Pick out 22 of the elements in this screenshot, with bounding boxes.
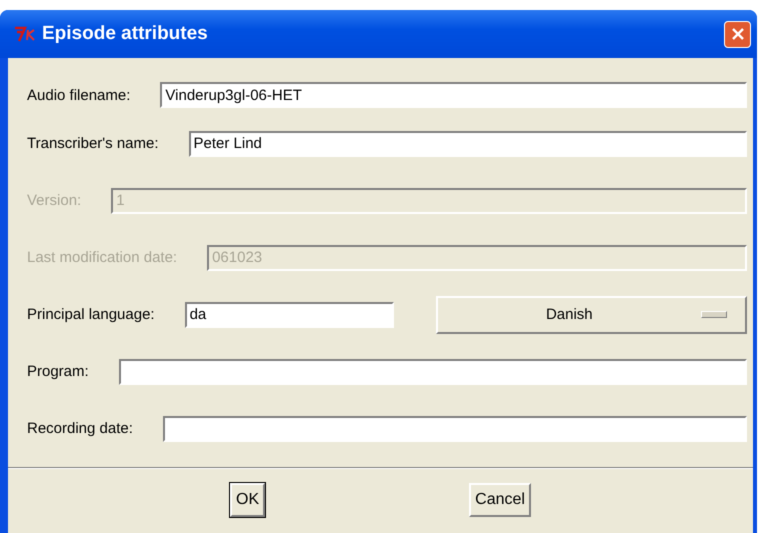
field-label: Recording date: (27, 420, 133, 437)
text-field[interactable] (118, 358, 747, 384)
language-menu-button[interactable]: Danish (436, 296, 747, 334)
close-icon (730, 27, 744, 41)
close-button[interactable] (724, 20, 751, 48)
text-field: 061023 (207, 244, 747, 270)
text-field[interactable]: da (184, 302, 394, 328)
field-label: Audio filename: (27, 86, 130, 104)
text-field[interactable] (162, 416, 747, 442)
menu-indicator-icon (701, 311, 727, 318)
dialog-button[interactable]: OK (230, 483, 266, 517)
field-label: Last modification date: (27, 249, 178, 266)
field-label: Transcriber's name: (27, 135, 159, 152)
field-label: Version: (27, 192, 82, 209)
app-logo-icon (14, 26, 36, 42)
text-field: 1 (111, 188, 747, 214)
field-label: Program: (27, 363, 89, 380)
text-field[interactable]: Peter Lind (188, 130, 747, 156)
field-label: Principal language: (27, 306, 155, 323)
text-field[interactable]: Vinderup3gl-06-HET (160, 82, 747, 108)
window-title: Episode attributes (42, 23, 209, 45)
dialog-button[interactable]: Cancel (469, 483, 531, 517)
